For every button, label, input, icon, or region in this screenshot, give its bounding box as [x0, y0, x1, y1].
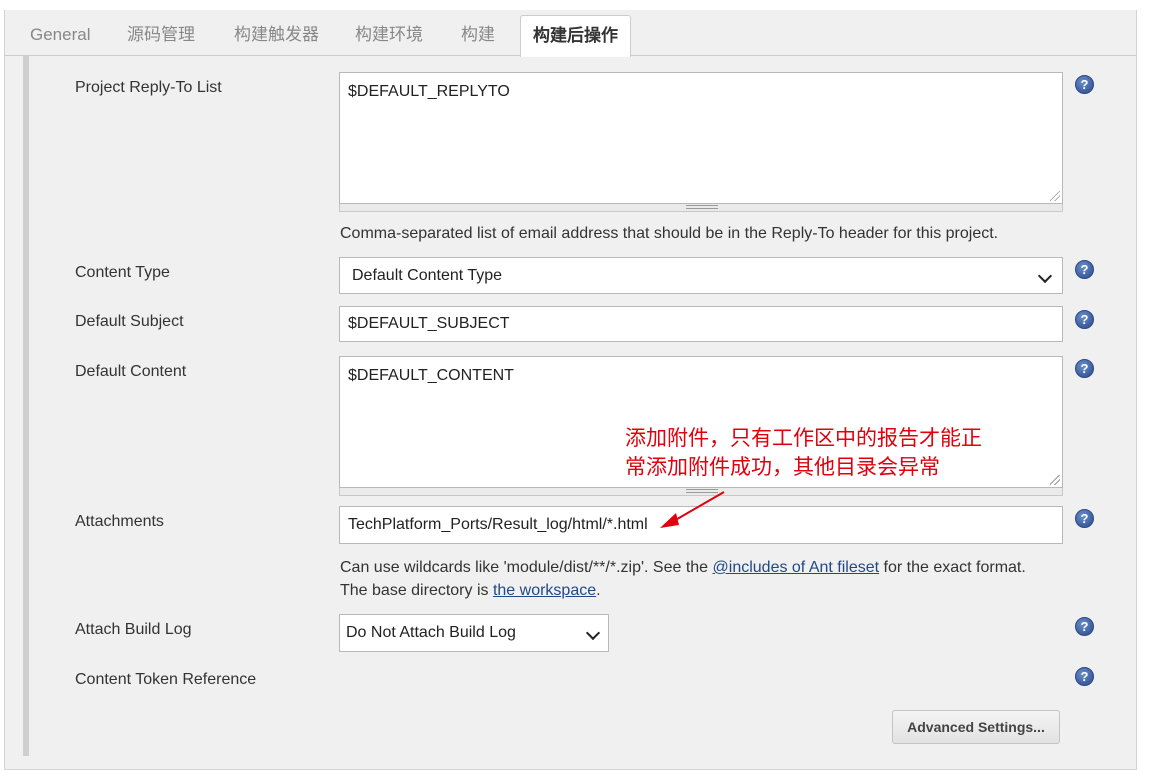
attachments-help-line-2: The base directory is the workspace. [340, 579, 601, 602]
help-icon[interactable]: ? [1075, 617, 1094, 636]
help-icon[interactable]: ? [1075, 667, 1094, 686]
arrow-head-icon [660, 513, 679, 528]
attach-build-log-label: Attach Build Log [75, 621, 192, 638]
attach-build-log-select[interactable]: Do Not Attach Build Log [339, 614, 609, 652]
workspace-link[interactable]: the workspace [493, 582, 596, 599]
chevron-down-icon [585, 625, 601, 641]
ant-fileset-link[interactable]: @includes of Ant fileset [713, 559, 880, 576]
attachments-help-text: The base directory is [340, 582, 493, 599]
arrow-shaft [671, 491, 725, 523]
attachments-help-line-1: Can use wildcards like 'module/dist/**/*… [340, 556, 1026, 579]
attachments-help-text: Can use wildcards like 'module/dist/**/*… [340, 559, 713, 576]
advanced-settings-button[interactable]: Advanced Settings... [892, 710, 1060, 744]
attach-build-log-selected: Do Not Attach Build Log [346, 624, 516, 641]
attachments-help-text: . [596, 582, 601, 599]
content-token-reference-label: Content Token Reference [75, 671, 257, 688]
attachments-help-text: for the exact format. [879, 559, 1026, 576]
